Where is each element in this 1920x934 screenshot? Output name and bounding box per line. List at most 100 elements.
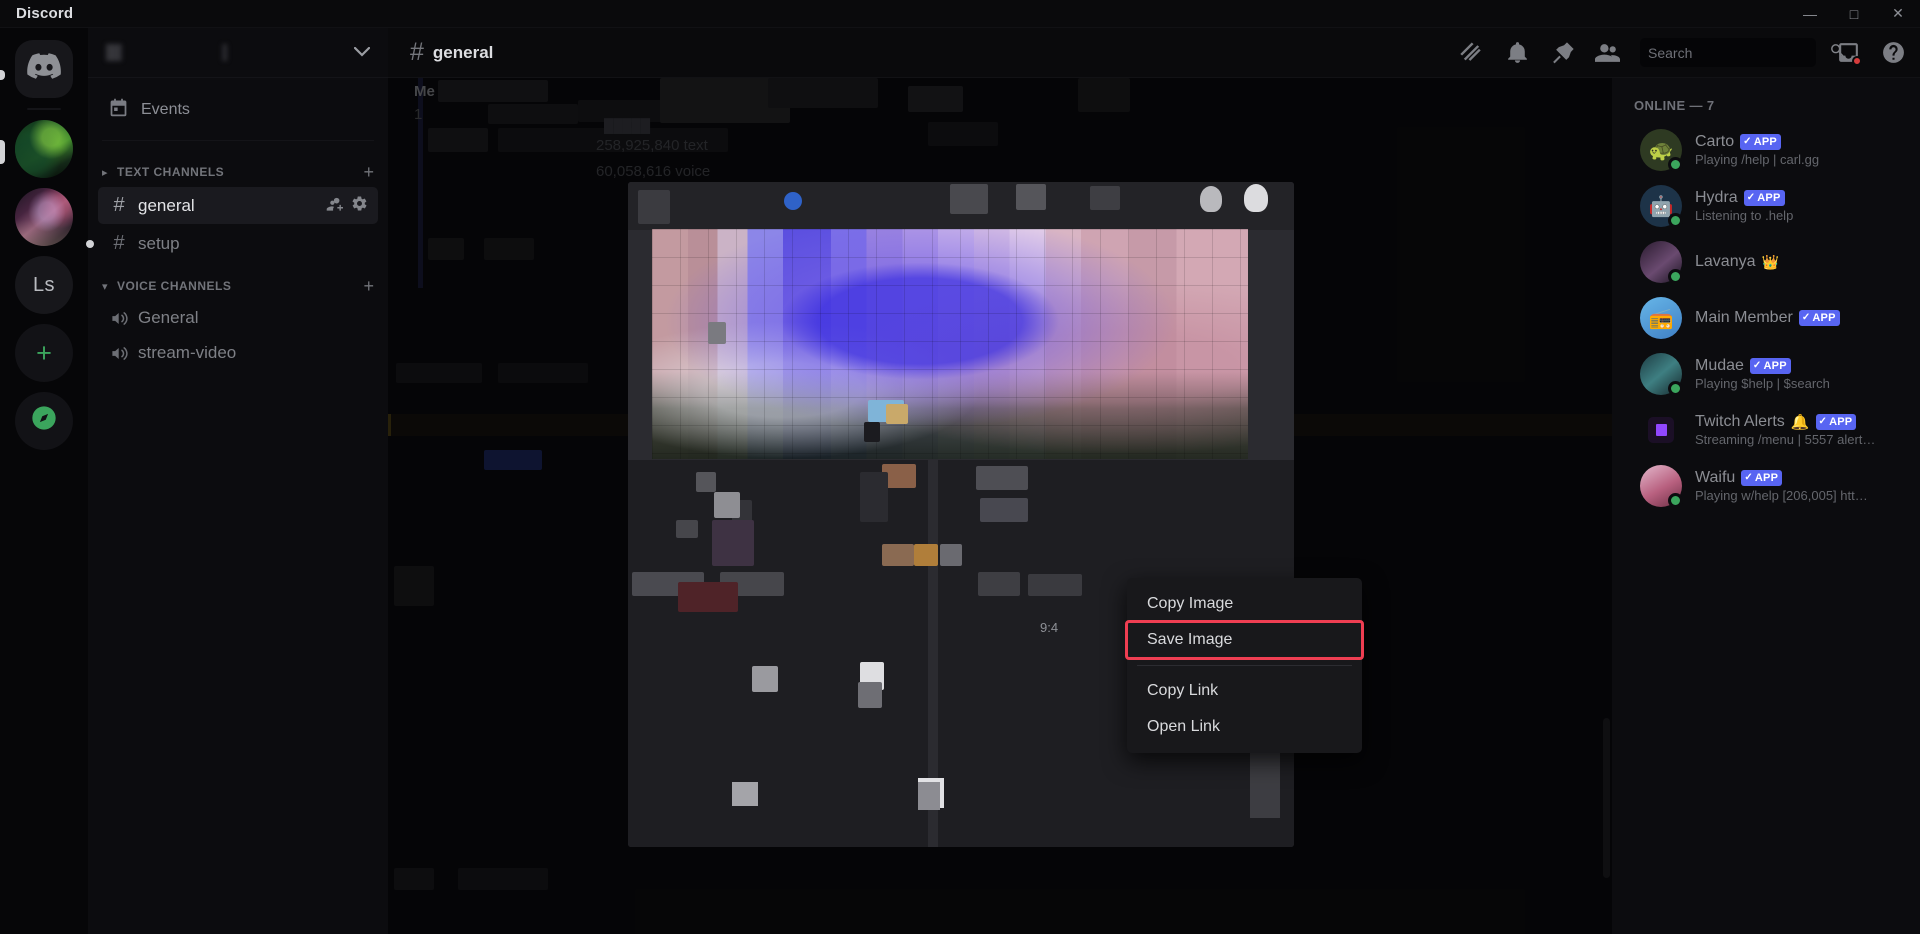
- server-name-label: ████ ███████: [106, 44, 346, 61]
- server-icon-anime[interactable]: [15, 188, 73, 246]
- hash-icon: #: [113, 194, 125, 216]
- bell-icon[interactable]: [1505, 40, 1530, 65]
- member-name: Hydra: [1695, 189, 1738, 206]
- list-item[interactable]: Lavanya 👑: [1632, 235, 1910, 289]
- hash-icon: #: [113, 232, 125, 254]
- server-header[interactable]: ████ ███████: [88, 28, 388, 78]
- list-item[interactable]: 🐢 Carto ✓ APP Playing /help | carl.gg: [1632, 123, 1910, 177]
- pixelated-image[interactable]: [652, 229, 1248, 459]
- threads-icon[interactable]: [1460, 40, 1485, 65]
- check-icon: ✓: [1744, 472, 1753, 484]
- member-status: Playing /help | carl.gg: [1695, 152, 1820, 167]
- avatar: [1640, 409, 1682, 451]
- list-item[interactable]: 🤖 Hydra ✓ APP Listening to .help: [1632, 179, 1910, 233]
- blue-dot-marker: [784, 192, 802, 210]
- censored-block: [752, 666, 778, 692]
- channel-sidebar: ████ ███████ Events ▸ Text Channels + #: [86, 28, 388, 934]
- censored-block: [696, 472, 716, 492]
- crown-icon: 👑: [1761, 253, 1779, 270]
- censored-block: [638, 190, 670, 224]
- app-badge: ✓ APP: [1740, 133, 1781, 151]
- app-badge-label: APP: [1754, 471, 1779, 484]
- category-text-channels[interactable]: ▸ Text Channels +: [88, 149, 388, 186]
- app-badge-label: APP: [1829, 415, 1853, 428]
- add-server-button[interactable]: +: [15, 324, 73, 382]
- censored-block: [1244, 184, 1268, 212]
- server-icon-nature[interactable]: [15, 120, 73, 178]
- censored-block: [1200, 186, 1222, 212]
- member-name: Main Member: [1695, 309, 1793, 326]
- status-online-indicator: [1668, 157, 1683, 172]
- status-online-indicator: [1668, 269, 1683, 284]
- channel-general-label: general: [138, 195, 195, 215]
- inbox-icon[interactable]: [1836, 40, 1862, 66]
- rail-divider: [27, 108, 61, 110]
- sidebar-item-channel-general[interactable]: # general: [98, 187, 378, 224]
- app-badge: ✓ APP: [1749, 357, 1791, 375]
- explore-servers-button[interactable]: [15, 392, 73, 450]
- app-badge-label: APP: [1753, 135, 1777, 148]
- censored-block: [678, 582, 738, 612]
- censored-block: [976, 466, 1028, 490]
- search-input[interactable]: [1648, 44, 1829, 61]
- member-name: Twitch Alerts: [1695, 413, 1785, 430]
- sidebar-item-events[interactable]: Events: [98, 90, 378, 130]
- app-badge-label: APP: [1812, 311, 1836, 324]
- context-menu-item-copy-image[interactable]: Copy Image: [1127, 586, 1362, 622]
- close-button[interactable]: ✕: [1876, 0, 1920, 28]
- pin-icon[interactable]: [1550, 40, 1575, 65]
- context-menu-item-save-image[interactable]: Save Image: [1125, 620, 1364, 660]
- censored-block: [860, 472, 888, 522]
- avatar: 🐢: [1640, 129, 1683, 172]
- server-icon-ls[interactable]: Ls: [15, 256, 73, 314]
- search-box[interactable]: [1640, 38, 1844, 67]
- member-name: Carto: [1695, 133, 1735, 150]
- member-name: Waifu: [1695, 469, 1736, 486]
- list-item[interactable]: Waifu ✓ APP Playing w/help [206,005] htt…: [1632, 459, 1910, 513]
- censored-block: [882, 544, 914, 566]
- sidebar-item-channel-setup[interactable]: # setup: [86, 225, 378, 262]
- bell-emoji-icon: 🔔: [1790, 414, 1810, 431]
- sidebar-item-voice-general[interactable]: General: [98, 301, 378, 335]
- inbox-unread-badge: [1852, 56, 1862, 66]
- list-item[interactable]: 📻 Main Member ✓ APP: [1632, 291, 1910, 345]
- censored-block: [714, 492, 740, 518]
- censored-block: [886, 404, 908, 424]
- channel-setup-label: setup: [138, 233, 180, 253]
- calendar-icon: [108, 97, 129, 123]
- create-invite-icon[interactable]: [326, 195, 343, 217]
- censored-block: [858, 682, 882, 708]
- context-menu-item-open-link[interactable]: Open Link: [1127, 709, 1362, 745]
- category-voice-channels[interactable]: ▾ Voice Channels +: [88, 263, 388, 300]
- channel-general-actions: [326, 195, 368, 217]
- server-icon-home[interactable]: [15, 40, 73, 98]
- app-badge-label: APP: [1757, 191, 1781, 204]
- check-icon: ✓: [1743, 136, 1752, 148]
- context-menu-item-copy-link[interactable]: Copy Link: [1127, 673, 1362, 709]
- avatar: [1640, 353, 1683, 396]
- censored-block: [1016, 184, 1046, 210]
- app-badge-label: APP: [1763, 359, 1787, 372]
- maximize-button[interactable]: □: [1832, 0, 1876, 28]
- member-status: Playing w/help [206,005] htt…: [1695, 488, 1868, 503]
- channel-settings-gear-icon[interactable]: [351, 195, 368, 217]
- discord-logo-icon: [27, 53, 61, 85]
- members-sidebar: ONLINE — 7 🐢 Carto ✓ APP Playing /help | …: [1612, 78, 1920, 934]
- sidebar-item-voice-stream-video[interactable]: stream-video: [98, 336, 378, 370]
- censored-block: [978, 572, 1020, 596]
- avatar: [1640, 241, 1683, 284]
- app-badge: ✓ APP: [1798, 309, 1840, 327]
- list-item[interactable]: Mudae ✓ APP Playing $help | $search: [1632, 347, 1910, 401]
- add-voice-channel-icon[interactable]: +: [363, 277, 378, 295]
- censored-block: [712, 520, 754, 566]
- censored-block: [864, 422, 880, 442]
- compass-icon: [30, 404, 58, 438]
- sidebar-item-events-label: Events: [141, 101, 190, 118]
- image-context-menu: Copy Image Save Image Copy Link Open Lin…: [1125, 578, 1364, 753]
- avatar: 🤖: [1640, 185, 1683, 228]
- minimize-button[interactable]: —: [1788, 0, 1832, 28]
- add-text-channel-icon[interactable]: +: [363, 163, 378, 181]
- members-icon[interactable]: [1595, 40, 1620, 65]
- list-item[interactable]: Twitch Alerts 🔔 ✓ APP Streaming /menu | 5…: [1632, 403, 1910, 457]
- help-icon[interactable]: [1881, 40, 1906, 65]
